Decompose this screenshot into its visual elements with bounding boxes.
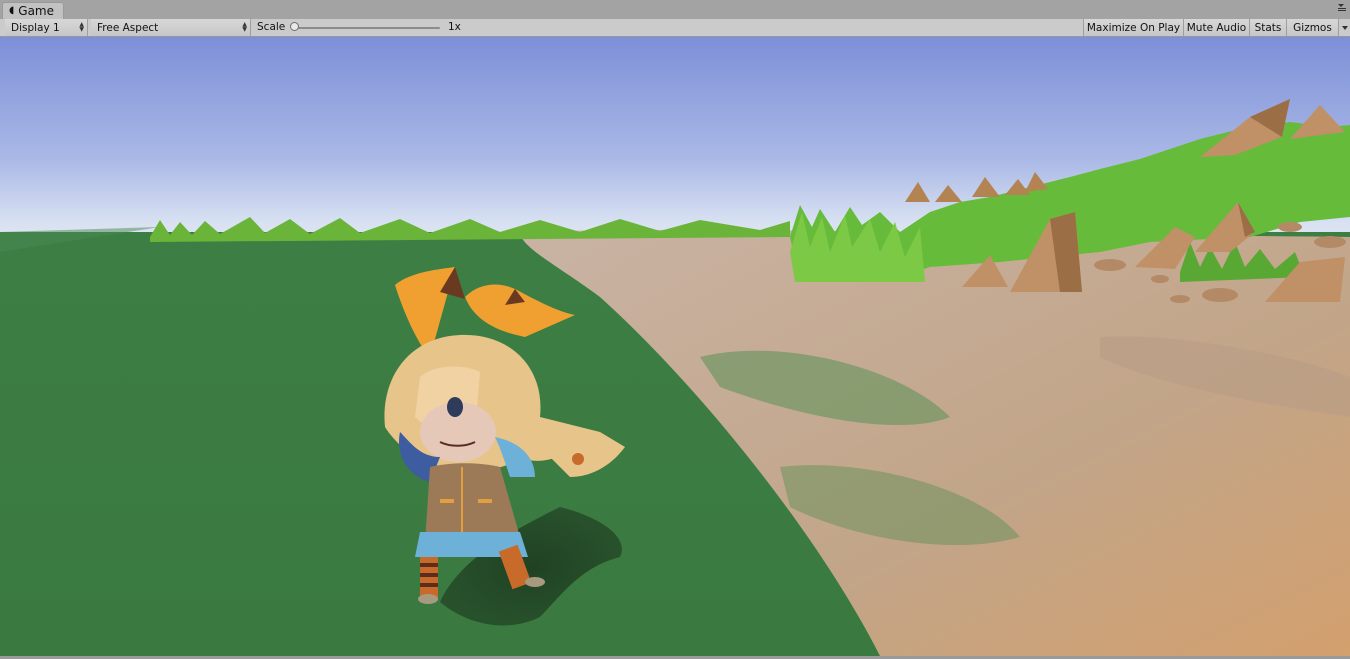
display-dropdown-label: Display 1 xyxy=(11,21,60,34)
dropdown-arrows-icon: ▲ ▼ xyxy=(79,21,84,33)
aspect-dropdown[interactable]: Free Aspect ▲ ▼ xyxy=(91,19,251,36)
scale-slider-thumb[interactable] xyxy=(290,22,299,31)
dropdown-arrows-icon: ▲ ▼ xyxy=(242,21,247,33)
maximize-on-play-button[interactable]: Maximize On Play xyxy=(1083,19,1183,36)
gizmos-dropdown-arrow[interactable] xyxy=(1338,19,1350,36)
gizmos-label: Gizmos xyxy=(1293,21,1332,34)
mute-audio-button[interactable]: Mute Audio xyxy=(1183,19,1249,36)
aspect-dropdown-label: Free Aspect xyxy=(97,21,159,34)
stats-label: Stats xyxy=(1254,21,1282,34)
unity-game-window: ◖ Game Display 1 ▲ ▼ Free Aspect ▲ ▼ Scale… xyxy=(0,0,1350,659)
gizmos-button[interactable]: Gizmos xyxy=(1286,19,1338,36)
game-scene xyxy=(0,37,1350,656)
game-viewport[interactable] xyxy=(0,37,1350,656)
display-dropdown[interactable]: Display 1 ▲ ▼ xyxy=(5,19,88,36)
game-toolbar: Display 1 ▲ ▼ Free Aspect ▲ ▼ Scale 1x Max… xyxy=(0,19,1350,37)
maximize-on-play-label: Maximize On Play xyxy=(1086,21,1181,34)
mute-audio-label: Mute Audio xyxy=(1186,21,1247,34)
scale-value: 1x xyxy=(448,21,461,33)
scale-label: Scale xyxy=(257,21,286,33)
pane-options-icon[interactable] xyxy=(1334,4,1346,16)
tab-game[interactable]: ◖ Game xyxy=(2,2,64,19)
game-controller-icon: ◖ xyxy=(9,5,15,16)
tab-game-label: Game xyxy=(18,4,55,18)
chevron-down-icon xyxy=(1341,25,1348,30)
window-tab-bar: ◖ Game xyxy=(0,0,1350,20)
scale-slider-track[interactable] xyxy=(292,27,440,29)
stats-button[interactable]: Stats xyxy=(1249,19,1286,36)
